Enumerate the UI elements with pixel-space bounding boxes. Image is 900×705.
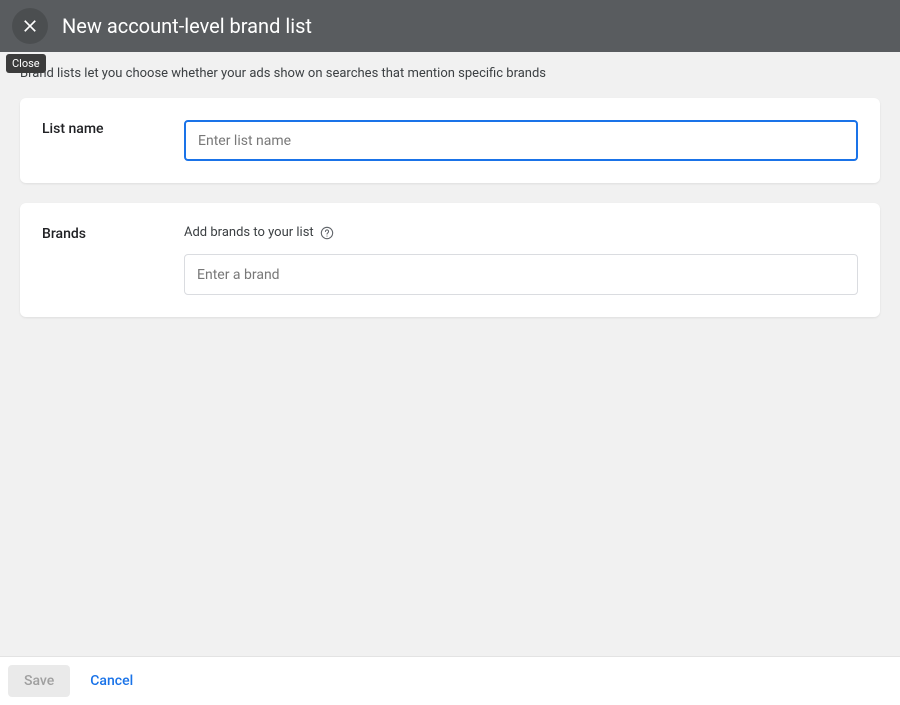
help-icon[interactable] (320, 226, 334, 240)
brands-instruction-text: Add brands to your list (184, 225, 314, 240)
close-tooltip: Close (6, 54, 46, 73)
save-button[interactable]: Save (8, 665, 70, 697)
close-button[interactable] (12, 8, 48, 44)
modal-header: New account-level brand list (0, 0, 900, 52)
content-area: Brand lists let you choose whether your … (0, 52, 900, 317)
page-title: New account-level brand list (62, 14, 312, 38)
page-description: Brand lists let you choose whether your … (20, 66, 880, 81)
brands-card: Brands Add brands to your list (20, 203, 880, 317)
list-name-card: List name (20, 98, 880, 183)
cancel-button[interactable]: Cancel (74, 665, 149, 697)
footer-bar: Save Cancel (0, 656, 900, 705)
brand-input[interactable] (184, 254, 858, 295)
list-name-input[interactable] (184, 120, 858, 161)
list-name-label: List name (42, 120, 184, 161)
close-icon (20, 16, 40, 36)
brands-label: Brands (42, 225, 184, 295)
brands-instruction-row: Add brands to your list (184, 225, 858, 240)
